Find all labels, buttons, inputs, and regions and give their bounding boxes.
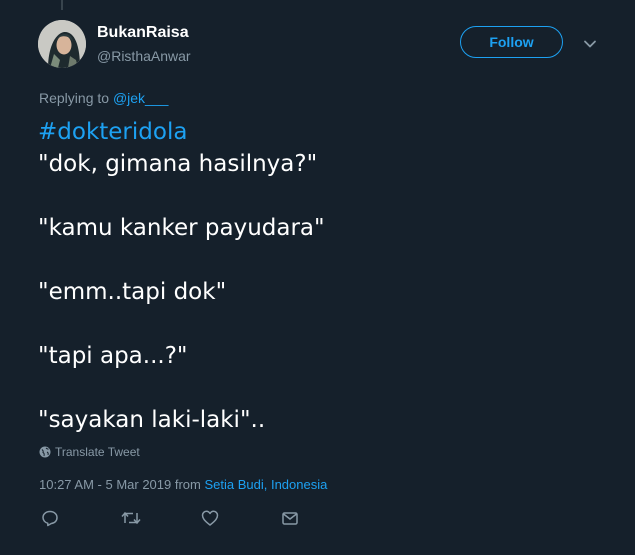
display-name[interactable]: BukanRaisa bbox=[97, 24, 189, 42]
replying-to: Replying to @jek___ bbox=[39, 90, 168, 106]
avatar[interactable] bbox=[38, 20, 86, 68]
tweet-line: "kamu kanker payudara" bbox=[38, 215, 325, 241]
replying-prefix: Replying to bbox=[39, 90, 113, 106]
tweet-text: #dokteridola "dok, gimana hasilnya?" "ka… bbox=[38, 116, 608, 436]
thread-connector bbox=[61, 0, 63, 10]
chevron-down-icon[interactable] bbox=[581, 35, 599, 53]
username[interactable]: @RisthaAnwar bbox=[97, 48, 191, 64]
reply-icon[interactable] bbox=[40, 508, 62, 528]
avatar-image bbox=[38, 20, 86, 68]
heart-icon[interactable] bbox=[200, 508, 222, 528]
follow-button[interactable]: Follow bbox=[460, 26, 563, 58]
tweet-line: "tapi apa...?" bbox=[38, 343, 188, 369]
reply-mention-link[interactable]: @jek___ bbox=[113, 90, 168, 106]
timestamp[interactable]: 10:27 AM - 5 Mar 2019 from bbox=[39, 477, 204, 492]
tweet-line: "emm..tapi dok" bbox=[38, 279, 227, 305]
hashtag-link[interactable]: #dokteridola bbox=[38, 116, 608, 148]
tweet-line: "dok, gimana hasilnya?" bbox=[38, 151, 318, 177]
tweet-line: "sayakan laki-laki".. bbox=[38, 407, 266, 433]
translate-label: Translate Tweet bbox=[55, 445, 140, 459]
tweet-card: BukanRaisa @RisthaAnwar Follow Replying … bbox=[0, 0, 635, 555]
globe-icon bbox=[39, 446, 51, 458]
envelope-icon[interactable] bbox=[280, 508, 302, 528]
tweet-meta: 10:27 AM - 5 Mar 2019 from Setia Budi, I… bbox=[39, 477, 327, 492]
retweet-icon[interactable] bbox=[120, 508, 142, 528]
translate-tweet-button[interactable]: Translate Tweet bbox=[39, 445, 140, 459]
location-link[interactable]: Setia Budi, Indonesia bbox=[204, 477, 327, 492]
